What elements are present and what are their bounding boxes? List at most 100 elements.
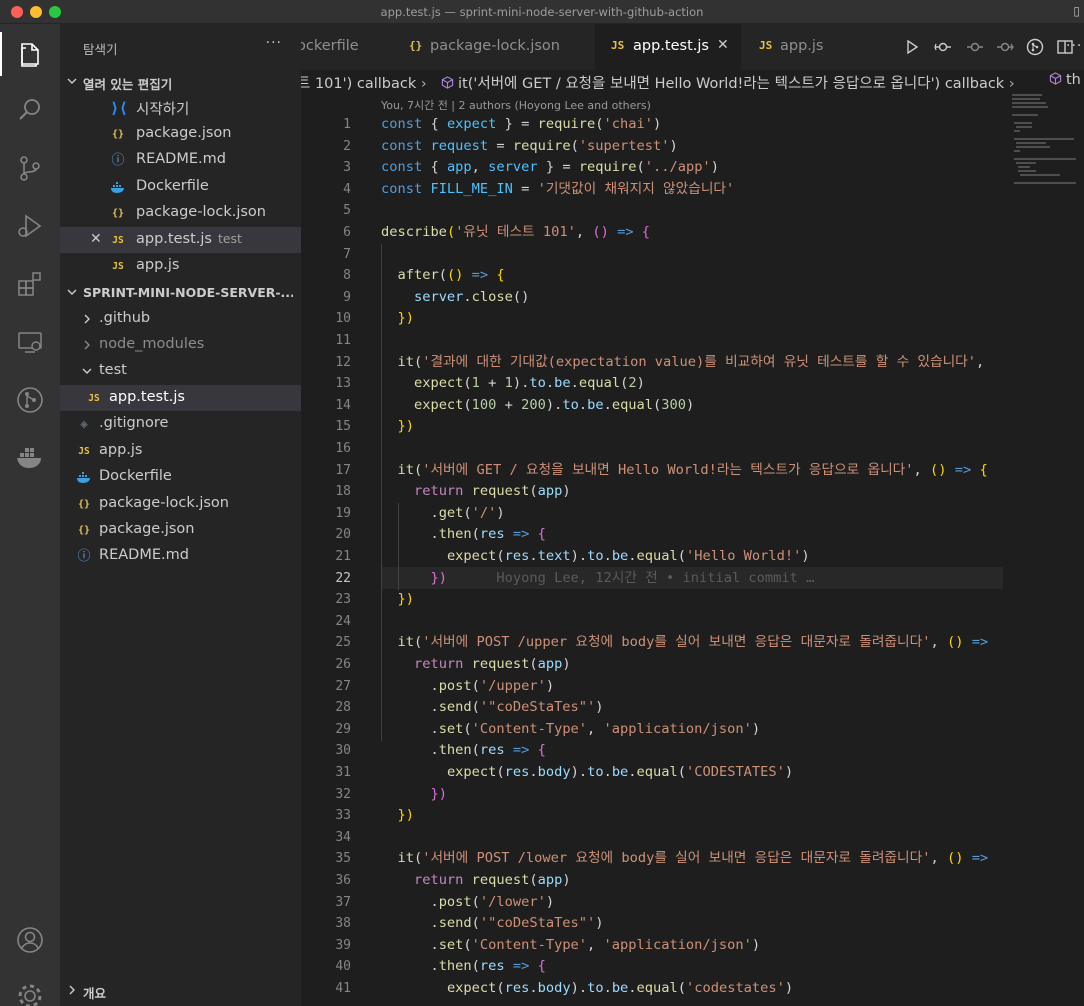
tree-file[interactable]: JS app.js [60,438,301,464]
line-number: 28 [335,700,351,716]
tree-folder-expanded[interactable]: test [60,358,301,384]
inline-blame: Hoyong Lee, 12시간 전 • initial commit … [496,569,815,586]
editor-description: test [217,231,242,246]
open-editors-section[interactable]: 열려 있는 편집기 [60,70,301,92]
js-icon: JS [112,261,124,272]
line-number: 30 [335,743,351,759]
js-icon: JS [88,393,100,404]
tree-file[interactable]: {} package-lock.json [60,491,301,517]
code-line: }) [397,591,414,608]
tab-app-test-js[interactable]: JS app.test.js ✕ [595,24,741,70]
chevron-down-icon [67,78,77,84]
title-bar: app.test.js — sprint-mini-node-server-wi… [0,0,1084,24]
line-number: 36 [335,873,351,888]
tab-package-lock[interactable]: {} package-lock.json [401,24,595,70]
line-number: 15 [335,419,351,435]
code-editor[interactable]: You, 7시간 전 | 2 authors (Hoyong Lee and o… [301,92,1084,1006]
code-line: expect(res.body).to.be.equal('codestates… [446,980,794,996]
breadcrumb-item[interactable]: th [1049,72,1081,88]
git-lens-icon[interactable] [1026,38,1044,56]
activity-bar [0,24,60,1006]
tree-file[interactable]: ◈ .gitignore [60,411,301,437]
codelens-blame[interactable]: You, 7시간 전 | 2 authors (Hoyong Lee and o… [381,97,651,113]
line-number: 10 [335,311,351,327]
run-icon[interactable] [903,38,921,56]
code-line: const { expect } = require('chai') [381,116,662,132]
tree-file[interactable]: ⓘ README.md [60,543,301,569]
code-line: const request = require('supertest') [381,137,678,154]
git-commit-icon[interactable] [934,38,952,56]
code-line: .send('"coDeStaTes"') [381,699,604,716]
line-number: 35 [335,851,351,867]
docker-icon [111,182,124,193]
window-title: app.test.js — sprint-mini-node-server-wi… [380,5,704,19]
chevron-right-icon [84,314,90,324]
code-line: }) [397,807,414,824]
open-editor-item[interactable]: ⓘ README.md [60,147,301,173]
explorer-title: 탐색기 [83,42,118,57]
project-section[interactable]: SPRINT-MINI-NODE-SERVER-... [60,281,301,303]
tree-file[interactable]: Dockerfile [60,464,301,490]
code-line: const { app, server } = require('../app'… [381,159,719,176]
editor-tabs: ockerfile {} package-lock.json JS app.te… [301,24,1084,70]
tree-file-active[interactable]: JS app.test.js [60,385,301,411]
line-number: 32 [335,786,351,802]
open-editor-item[interactable]: {} package.json [60,121,301,147]
line-number: 20 [335,527,351,543]
line-number: 9 [343,289,351,305]
explorer-header: 탐색기 ··· [60,24,301,68]
explorer-icon[interactable] [14,38,46,70]
git-commit-next-icon[interactable] [996,38,1014,56]
breadcrumb-item[interactable]: 트 101') callback › [301,72,427,92]
settings-gear-icon[interactable] [14,980,46,1006]
search-icon[interactable] [14,94,46,126]
outline-section[interactable]: 개요 [60,979,301,1001]
tabs-more-icon[interactable]: ··· [1066,38,1082,54]
tab-close-icon[interactable]: ✕ [717,37,729,53]
tree-folder[interactable]: node_modules [60,332,301,358]
more-actions-icon[interactable]: ··· [266,35,282,51]
line-number: 24 [335,613,351,629]
breadcrumb-item[interactable]: it('서버에 GET / 요청을 보내면 Hello World!라는 텍스트… [441,72,1015,92]
tab-app-js[interactable]: JS app.js [741,24,861,70]
open-editor-item[interactable]: ⟩⟨ 시작하기 [60,94,301,120]
chevron-down-icon [82,368,92,374]
explorer-sidebar: 탐색기 ··· 열려 있는 편집기 ⟩⟨ 시작하기 {} package.jso… [60,24,301,1006]
code-line: it('결과에 대한 기대값(expectation value)를 비교하여 … [397,353,985,370]
open-editor-item[interactable]: Dockerfile [60,174,301,200]
minimap[interactable] [1010,92,1084,192]
line-number: 31 [335,765,351,780]
run-debug-icon[interactable] [14,210,46,242]
remote-explorer-icon[interactable] [14,326,46,358]
extensions-icon[interactable] [14,268,46,300]
docker-icon[interactable] [14,442,46,474]
git-graph-icon[interactable] [14,384,46,416]
open-editor-item[interactable]: JS app.js [60,253,301,279]
open-editor-item[interactable]: {} package-lock.json [60,200,301,226]
code-line: server.close() [413,288,530,305]
line-number: 26 [335,657,351,672]
git-commit-prev-icon[interactable] [966,38,984,56]
tree-file[interactable]: {} package.json [60,517,301,543]
line-number: 18 [335,484,351,500]
layout-icon[interactable]: ▯ [1073,4,1080,18]
symbol-method-icon [1049,72,1062,85]
line-number: 21 [335,549,351,564]
tab-dockerfile[interactable]: ockerfile [301,24,401,70]
tree-folder[interactable]: .github [60,306,301,332]
code-line: .get('/') [381,504,505,521]
code-line: expect(100 + 200).to.be.equal(300) [413,396,695,413]
open-editors-label: 열려 있는 편집기 [83,77,173,92]
line-number: 14 [335,397,351,413]
open-editor-item-active[interactable]: ✕ JS app.test.js test [60,227,301,253]
chevron-right-icon [69,985,75,995]
code-line: .then(res => { [381,958,546,975]
accounts-icon[interactable] [14,924,46,956]
line-number: 7 [343,246,351,262]
source-control-icon[interactable] [14,152,46,184]
code-line: .set('Content-Type', 'application/json') [381,936,761,953]
code-line: .then(res => { [381,526,546,543]
info-icon: ⓘ [77,549,91,564]
close-icon[interactable]: ✕ [90,231,102,247]
line-number: 4 [343,181,351,197]
